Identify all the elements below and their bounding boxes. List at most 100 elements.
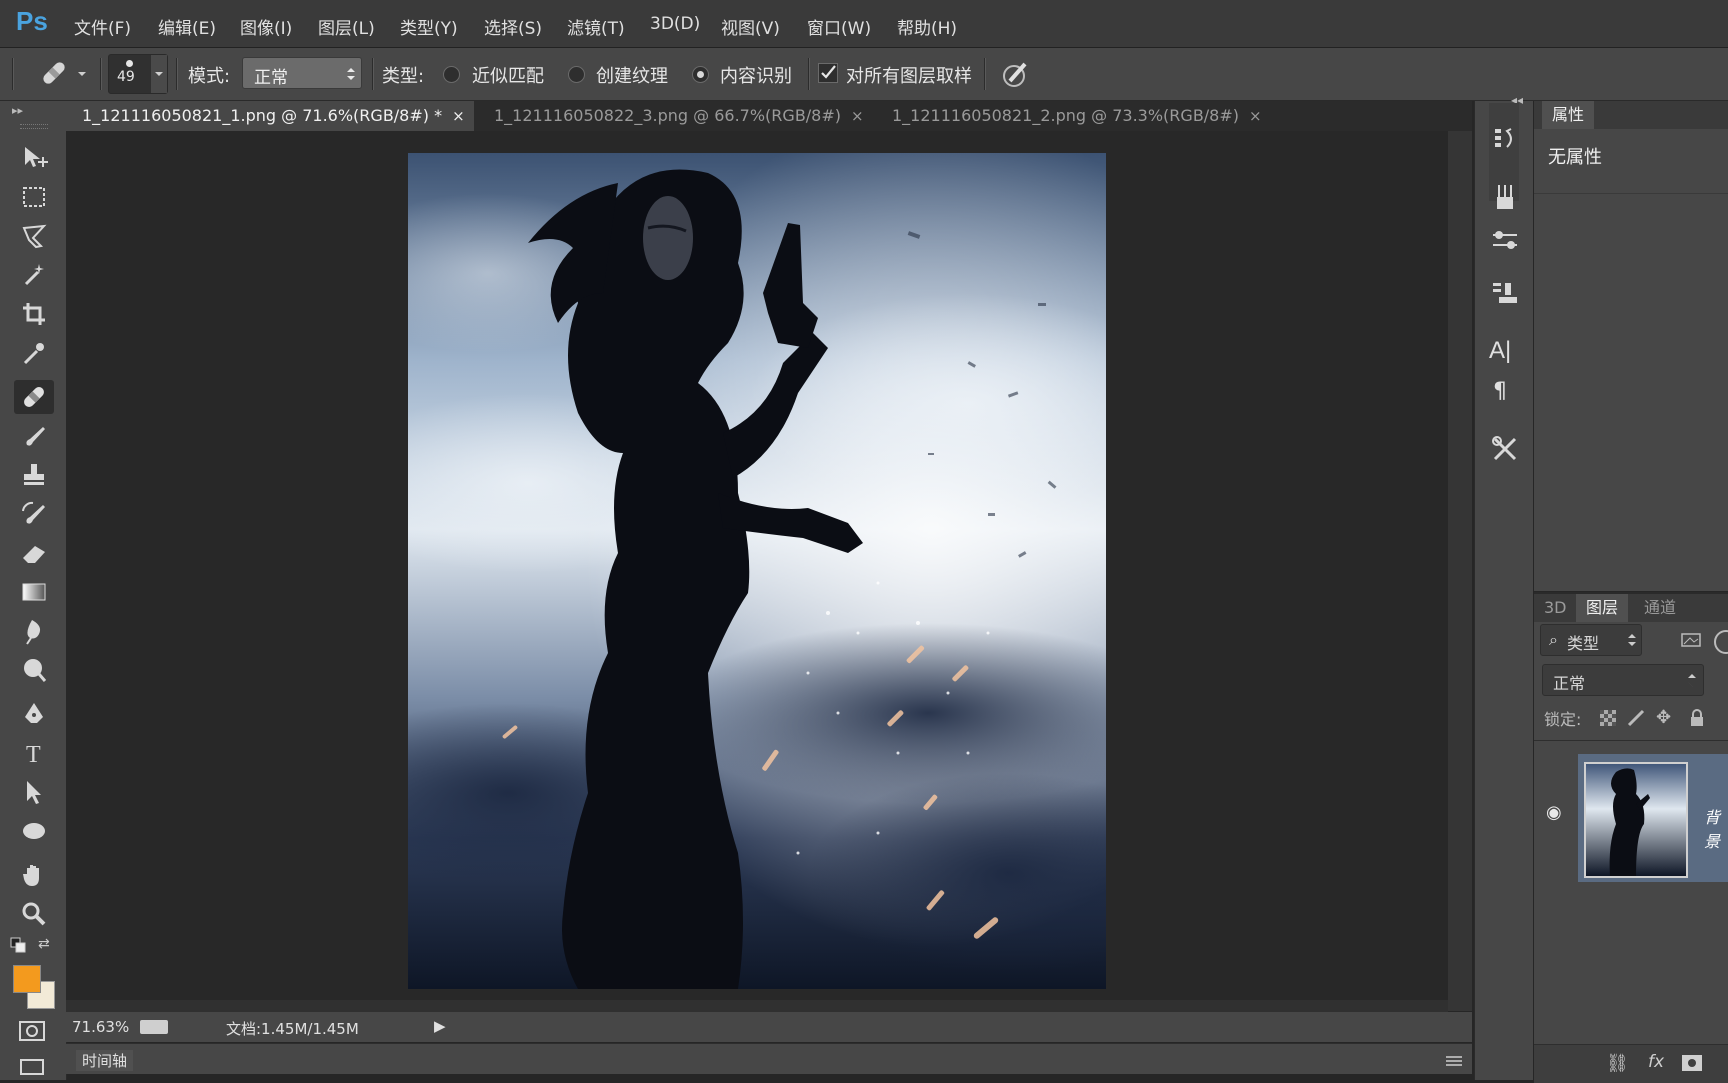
layer-name[interactable]: 背景 xyxy=(1704,804,1728,852)
lock-pixels-icon[interactable] xyxy=(1626,708,1648,728)
proof-setup-icon[interactable] xyxy=(140,1020,168,1034)
ellipse-tool-icon[interactable] xyxy=(14,814,54,848)
menu-layer[interactable]: 图层(L) xyxy=(318,14,375,39)
tab-layers[interactable]: 图层 xyxy=(1576,594,1629,622)
mask-icon[interactable] xyxy=(1682,1055,1702,1071)
eraser-tool-icon[interactable] xyxy=(14,536,54,570)
menu-edit[interactable]: 编辑(E) xyxy=(158,14,216,39)
horizontal-scrollbar[interactable] xyxy=(66,1000,1448,1012)
pressure-pen-icon xyxy=(1003,62,1027,87)
history-panel-icon[interactable] xyxy=(1489,121,1521,155)
radio-content-aware[interactable] xyxy=(692,66,709,83)
status-bar: 71.63% 文档:1.45M/1.45M ▶ xyxy=(66,1012,1472,1042)
document-tab-3[interactable]: 1_121116050821_2.png @ 73.3%(RGB/8#) × xyxy=(878,101,1276,131)
spot-healing-brush-tool-icon[interactable] xyxy=(14,380,54,414)
paragraph-panel-icon[interactable]: ¶ xyxy=(1493,379,1525,413)
pen-tool-icon[interactable] xyxy=(14,697,54,731)
updown-arrows-icon xyxy=(1688,674,1696,687)
timeline-tab[interactable]: 时间轴 xyxy=(76,1050,134,1071)
layer-row[interactable]: ◉ 背景 xyxy=(1534,754,1728,882)
type-tool-icon[interactable]: T xyxy=(14,736,54,770)
history-brush-tool-icon[interactable] xyxy=(14,497,54,531)
document-size: 文档:1.45M/1.45M xyxy=(226,1020,359,1038)
character-panel-icon[interactable]: A| xyxy=(1489,337,1521,371)
blur-tool-icon[interactable] xyxy=(14,614,54,648)
fx-icon[interactable]: fx xyxy=(1648,1052,1664,1072)
layer-filter-select[interactable]: ⌕ 类型 xyxy=(1540,624,1642,656)
radio-texture-label: 创建纹理 xyxy=(596,66,668,87)
magic-wand-tool-icon[interactable] xyxy=(14,258,54,292)
status-menu-arrow[interactable]: ▶ xyxy=(434,1017,446,1035)
photoshop-logo: Ps xyxy=(16,6,48,36)
crop-tool-icon[interactable] xyxy=(14,297,54,331)
menu-window[interactable]: 窗口(W) xyxy=(807,14,871,39)
menu-help[interactable]: 帮助(H) xyxy=(897,14,957,39)
menu-filter[interactable]: 滤镜(T) xyxy=(567,14,625,39)
tab-3d[interactable]: 3D xyxy=(1534,594,1577,622)
tab-label: 1_121116050822_3.png @ 66.7%(RGB/8#) xyxy=(494,106,842,125)
clone-stamp-tool-icon[interactable] xyxy=(14,458,54,492)
tab-label: 1_121116050821_1.png @ 71.6%(RGB/8#) * xyxy=(82,106,443,125)
document-image[interactable] xyxy=(408,153,1106,989)
vertical-scrollbar[interactable] xyxy=(1448,131,1472,1011)
default-colors-icon[interactable] xyxy=(10,937,28,953)
hand-tool-icon[interactable] xyxy=(14,858,54,892)
eye-visibility-icon[interactable]: ◉ xyxy=(1546,802,1562,823)
lock-all-icon[interactable] xyxy=(1688,708,1706,728)
clone-source-icon[interactable] xyxy=(1489,277,1521,311)
blend-mode-select[interactable]: 正常 xyxy=(1542,664,1704,696)
zoom-level[interactable]: 71.63% xyxy=(72,1018,129,1036)
quick-mask-icon[interactable] xyxy=(17,1019,47,1043)
zoom-tool-icon[interactable] xyxy=(14,897,54,931)
dodge-tool-icon[interactable] xyxy=(14,653,54,687)
mode-select[interactable]: 正常 xyxy=(242,57,362,89)
link-icon[interactable]: ⛓ xyxy=(1606,1053,1629,1074)
brush-presets-icon[interactable] xyxy=(1489,181,1521,215)
tab-channels[interactable]: 通道 xyxy=(1634,594,1686,622)
collapsed-panel-dock: ◂◂ A| ¶ xyxy=(1474,93,1533,1080)
menu-file[interactable]: 文件(F) xyxy=(74,14,131,39)
radio-create-texture[interactable] xyxy=(568,66,585,83)
menu-view[interactable]: 视图(V) xyxy=(721,14,780,39)
close-icon[interactable]: × xyxy=(1249,107,1262,125)
radio-proximity-match[interactable] xyxy=(443,66,460,83)
layers-panel: 3D 图层 通道 ⌕ 类型 正常 锁定: ✥ ◉ 背景 ⛓ fx xyxy=(1534,592,1728,1083)
foreground-color-swatch[interactable] xyxy=(13,965,41,993)
filter-pixel-icon[interactable] xyxy=(1680,632,1702,648)
collapse-toolbar-icon[interactable]: ▸▸ xyxy=(12,104,23,117)
document-tab-2[interactable]: 1_121116050822_3.png @ 66.7%(RGB/8#) × xyxy=(480,101,876,131)
sample-all-layers-checkbox[interactable] xyxy=(818,63,838,83)
path-selection-tool-icon[interactable] xyxy=(14,775,54,809)
close-icon[interactable]: × xyxy=(851,107,864,125)
tool-preset-picker[interactable] xyxy=(36,56,92,90)
properties-panel: 属性 无属性 xyxy=(1534,101,1728,591)
swap-colors-icon[interactable]: ⇄ xyxy=(38,936,54,952)
menu-bar: Ps 文件(F) 编辑(E) 图像(I) 图层(L) 类型(Y) 选择(S) 滤… xyxy=(0,0,1728,48)
layer-filter-value: 类型 xyxy=(1567,634,1600,653)
menu-type[interactable]: 类型(Y) xyxy=(400,14,458,39)
menu-3d[interactable]: 3D(D) xyxy=(650,14,700,34)
screen-mode-icon[interactable] xyxy=(17,1055,47,1077)
menu-image[interactable]: 图像(I) xyxy=(240,14,292,39)
brush-panel-icon[interactable] xyxy=(1489,223,1521,257)
no-properties-text: 无属性 xyxy=(1548,147,1602,168)
close-icon[interactable]: × xyxy=(452,107,465,125)
tool-presets-icon[interactable] xyxy=(1489,431,1521,465)
eyedropper-tool-icon[interactable] xyxy=(14,336,54,370)
panel-grip[interactable] xyxy=(20,124,48,129)
menu-select[interactable]: 选择(S) xyxy=(484,14,542,39)
gradient-tool-icon[interactable] xyxy=(14,575,54,609)
brush-tool-icon[interactable] xyxy=(14,419,54,453)
brush-size-picker[interactable]: 49 xyxy=(108,54,168,94)
lock-transparent-icon[interactable] xyxy=(1600,710,1616,726)
lasso-tool-icon[interactable] xyxy=(14,219,54,253)
marquee-tool-icon[interactable] xyxy=(14,180,54,214)
pressure-size-button[interactable] xyxy=(998,57,1032,91)
document-tab-1[interactable]: 1_121116050821_1.png @ 71.6%(RGB/8#) * × xyxy=(66,101,474,131)
move-tool-icon[interactable] xyxy=(14,141,54,175)
panel-menu-icon[interactable] xyxy=(1444,1052,1464,1066)
tab-properties[interactable]: 属性 xyxy=(1542,101,1595,129)
brush-tip-icon xyxy=(126,60,133,67)
filter-adjustment-icon[interactable] xyxy=(1714,630,1728,654)
lock-position-icon[interactable]: ✥ xyxy=(1656,707,1678,729)
